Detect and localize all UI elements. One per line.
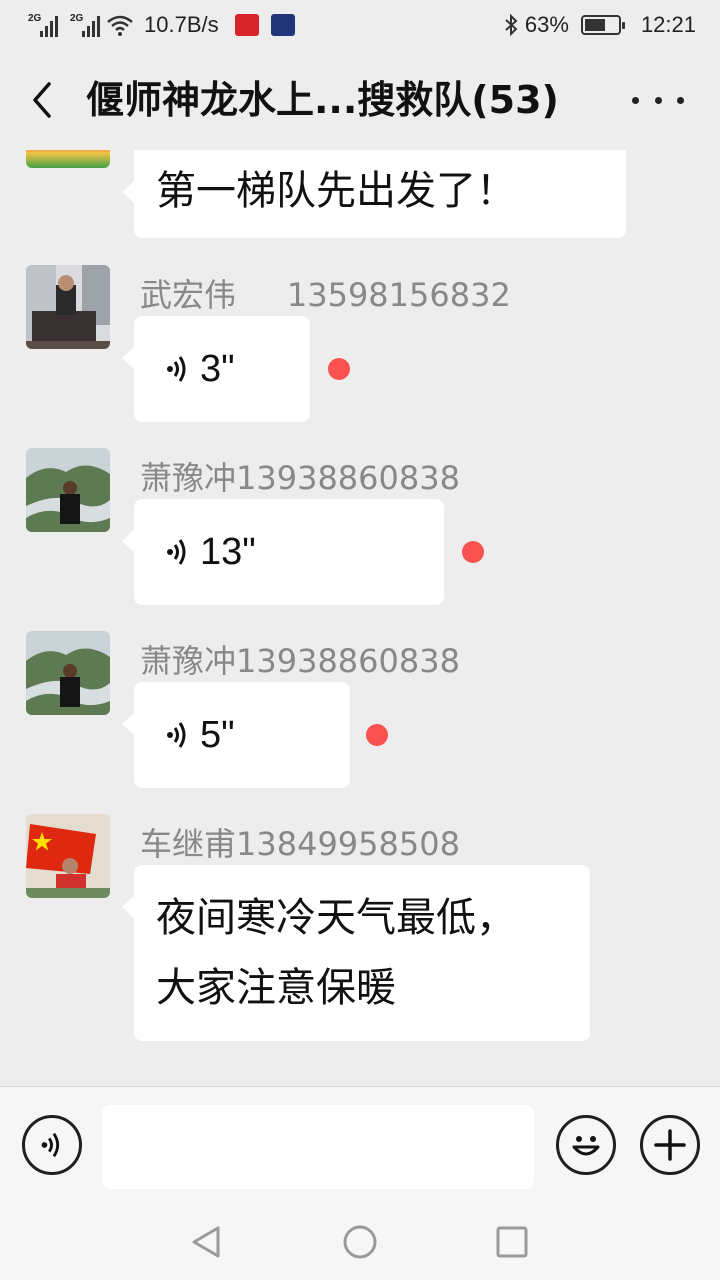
sender-name: 武宏伟 13598156832 — [140, 276, 511, 314]
unread-dot — [328, 358, 350, 380]
voice-wave-icon — [167, 722, 186, 748]
voice-duration: 3" — [200, 347, 235, 390]
signal-icon: 2G — [70, 13, 100, 37]
river-landscape-avatar[interactable] — [26, 448, 110, 532]
more-dot — [632, 96, 639, 104]
more-dot — [654, 96, 662, 104]
more-dot — [677, 96, 684, 104]
sender-name: 车继甫13849958508 — [140, 825, 460, 863]
river-landscape-avatar[interactable] — [26, 631, 110, 715]
unread-dot — [462, 541, 484, 563]
message-text-line: 夜间寒冷天气最低， — [156, 895, 516, 941]
input-bar — [0, 1086, 720, 1200]
sim2-label: 2G — [70, 13, 84, 24]
clock: 12:21 — [640, 12, 696, 37]
avatar-photo — [26, 814, 110, 898]
flag-avatar[interactable] — [26, 814, 110, 898]
chat-title: 偃师神龙水上...搜救队(53) — [86, 78, 559, 122]
avatar-photo — [26, 631, 110, 715]
voice-message-bubble[interactable]: 5" — [122, 682, 350, 788]
sender-name: 萧豫冲13938860838 — [140, 642, 460, 680]
message-bubble[interactable]: 夜间寒冷天气最低， 大家注意保暖 — [122, 865, 590, 1041]
message-list[interactable]: 第一梯队先出发了！ 武宏伟 13598156832 3" 萧豫冲13938860… — [0, 150, 720, 1086]
news-app-icon — [270, 14, 295, 36]
unread-dot — [366, 724, 388, 746]
home-circle-icon[interactable] — [342, 1224, 378, 1260]
avatar-photo — [26, 448, 110, 532]
emoji-button[interactable] — [556, 1115, 616, 1175]
voice-input-button[interactable] — [22, 1115, 82, 1175]
voice-wave-icon — [167, 356, 186, 382]
message-text-line: 大家注意保暖 — [156, 965, 396, 1011]
status-right: 63% 12:21 — [503, 10, 696, 40]
netease-app-icon — [234, 14, 259, 36]
voice-duration: 13" — [200, 530, 256, 573]
back-triangle-icon[interactable] — [188, 1224, 224, 1260]
avatar-photo — [26, 265, 110, 349]
message-text: 第一梯队先出发了！ — [156, 168, 516, 214]
voice-input-icon — [41, 1132, 60, 1158]
more-button[interactable] — [632, 80, 684, 120]
bluetooth-icon — [505, 13, 518, 37]
battery-icon — [580, 15, 625, 35]
sim1-label: 2G — [28, 13, 42, 24]
chat-header: 偃师神龙水上...搜救队(53) — [0, 50, 720, 150]
voice-message-bubble[interactable]: 13" — [122, 499, 444, 605]
status-bar: 2G 2G 10.7B/s 63% 12:21 — [0, 0, 720, 50]
man-in-chair-avatar[interactable] — [26, 265, 110, 349]
plus-button[interactable] — [640, 1115, 700, 1175]
battery-fill — [584, 19, 606, 31]
sender-name: 萧豫冲13938860838 — [140, 459, 460, 497]
voice-message-bubble[interactable]: 3" — [122, 316, 310, 422]
message-bubble[interactable]: 第一梯队先出发了！ — [122, 150, 626, 238]
status-left: 2G 2G 10.7B/s — [28, 10, 295, 40]
net-speed: 10.7B/s — [144, 12, 219, 37]
recents-square-icon[interactable] — [494, 1224, 530, 1260]
chevron-left-icon — [33, 82, 51, 118]
voice-wave-icon — [167, 539, 186, 565]
voice-duration: 5" — [200, 713, 235, 756]
message-input[interactable] — [102, 1105, 534, 1189]
emoji-icon — [572, 1136, 600, 1156]
navigation-bar — [0, 1200, 720, 1280]
flowers-avatar[interactable] — [26, 150, 110, 168]
signal-icon: 2G — [28, 13, 58, 37]
battery-percent: 63% — [524, 12, 569, 37]
back-button[interactable] — [22, 78, 62, 122]
wifi-icon — [107, 15, 133, 36]
plus-icon — [654, 1129, 686, 1161]
